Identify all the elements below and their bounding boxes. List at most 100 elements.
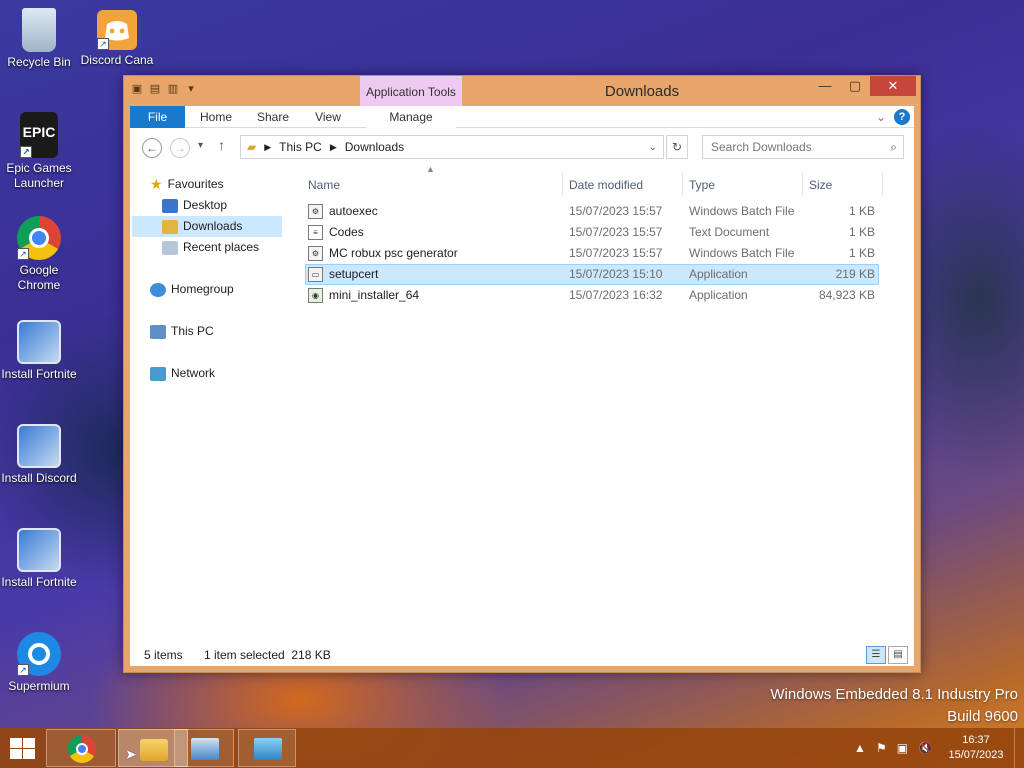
file-size: 84,923 KB [818,288,875,302]
file-size: 1 KB [848,225,875,239]
desktop-icon-chrome[interactable]: ↗ Google Chrome [0,216,78,293]
file-type: Text Document [689,225,770,239]
taskbar-remote-desktop[interactable] [174,729,234,767]
column-divider[interactable] [562,172,563,196]
nav-network[interactable]: Network [150,363,215,384]
recent-locations-icon[interactable]: ▾ [198,140,203,151]
desktop-icon-supermium[interactable]: ↗ Supermium [0,632,78,694]
desktop-icon-label: Install Fortnite [1,367,77,381]
address-bar[interactable]: ▰ ▶ This PC ▶ Downloads ⌄ [240,135,664,159]
shortcut-arrow-icon: ↗ [17,248,29,260]
network-icon[interactable]: ▣ [897,741,908,755]
desktop-icon-label: Epic Games Launcher [6,161,72,190]
clock-time: 16:37 [962,734,990,746]
nav-homegroup[interactable]: Homegroup [150,279,234,300]
file-list: ▲ Name Date modified Type Size ⚙ autoexe… [302,164,914,644]
chrome-icon [68,735,96,763]
volume-muted-icon[interactable]: 🔇 [918,741,933,755]
breadcrumb-downloads[interactable]: Downloads [345,140,404,154]
os-watermark: Windows Embedded 8.1 Industry Pro Build … [770,684,1018,728]
file-row-mini-installer[interactable]: ◉ mini_installer_64 15/07/2023 16:32 App… [305,285,879,306]
file-row-codes[interactable]: ≡ Codes 15/07/2023 15:57 Text Document 1… [305,222,879,243]
action-center-flag-icon[interactable]: ⚑ [876,741,887,755]
nav-this-pc[interactable]: This PC [150,321,214,342]
maximize-button[interactable]: ▢ [840,76,870,96]
desktop-icon-label: Supermium [8,679,70,693]
nav-desktop[interactable]: Desktop [162,195,227,216]
file-date: 15/07/2023 16:32 [569,288,663,302]
file-type: Windows Batch File [689,204,795,218]
tab-file[interactable]: File [130,106,185,128]
nav-recent-places[interactable]: Recent places [162,237,259,258]
breadcrumb-this-pc[interactable]: This PC [279,140,322,154]
selection-info: 1 item selected 218 KB [204,648,331,662]
file-row-setupcert[interactable]: ▭ setupcert 15/07/2023 15:10 Application… [305,264,879,285]
epic-logo-text: EPIC [22,124,56,140]
desktop-icon-label: Recycle Bin [7,55,71,69]
watermark-edition: Windows Embedded 8.1 Industry Pro [770,686,1018,703]
forward-button[interactable]: → [170,138,190,158]
details-view-icon[interactable]: ☰ [866,646,886,664]
desktop-icon [162,198,178,213]
column-header-type[interactable]: Type [689,172,715,198]
application-icon: ◉ [308,288,323,303]
file-explorer-icon [140,739,168,761]
show-hidden-icons-icon[interactable]: ▲ [854,741,866,755]
minimize-button[interactable]: — [810,76,840,96]
column-divider[interactable] [802,172,803,196]
star-icon: ★ [150,176,163,192]
help-icon[interactable]: ? [894,109,910,125]
desktop-icon-install-fortnite[interactable]: Install Fortnite [0,320,78,382]
title-bar[interactable]: ▣ ▤ ▥ ▾ Application Tools Downloads — ▢ … [124,76,920,106]
nav-downloads[interactable]: Downloads [132,216,282,237]
desktop-icon-install-fortnite-2[interactable]: Install Fortnite [0,528,78,590]
up-button[interactable]: ↑ [218,137,225,153]
desktop-icon-epic-games[interactable]: EPIC ↗ Epic Games Launcher [0,112,78,191]
network-icon [150,366,166,381]
column-header-date[interactable]: Date modified [569,172,643,198]
taskbar-control-panel[interactable] [238,729,296,767]
tab-share[interactable]: Share [250,106,296,128]
file-type: Windows Batch File [689,246,795,260]
window-title: Downloads [604,83,680,100]
large-icons-view-icon[interactable]: ▤ [888,646,908,664]
address-dropdown-icon[interactable]: ⌄ [649,142,657,153]
desktop-icon-install-discord[interactable]: Install Discord [0,424,78,486]
column-header-size[interactable]: Size [809,172,832,198]
file-row-autoexec[interactable]: ⚙ autoexec 15/07/2023 15:57 Windows Batc… [305,201,879,222]
desktop-icon-discord[interactable]: ↗ Discord Cana [78,10,156,68]
file-name: setupcert [329,267,379,281]
window-controls: — ▢ ✕ [810,76,916,96]
search-input[interactable]: Search Downloads ⌕ [702,135,904,159]
batch-file-icon: ⚙ [308,246,323,261]
column-divider[interactable] [882,172,883,196]
chrome-icon: ↗ [17,216,61,260]
tab-home[interactable]: Home [192,106,240,128]
text-document-icon: ≡ [308,225,323,240]
status-bar: 5 items 1 item selected 218 KB ☰ ▤ [130,644,914,666]
clock[interactable]: 16:37 15/07/2023 [938,733,1014,763]
tab-manage[interactable]: Manage [366,106,456,128]
expand-ribbon-icon[interactable]: ⌄ [876,110,886,124]
file-row-mc-robux[interactable]: ⚙ MC robux psc generator 15/07/2023 15:5… [305,243,879,264]
tab-view[interactable]: View [306,106,350,128]
address-row: ← → ▾ ↑ ▰ ▶ This PC ▶ Downloads ⌄ ↻ Sear… [130,128,914,166]
windows-logo-icon [23,749,35,759]
start-button[interactable] [8,736,36,760]
taskbar-chrome[interactable] [46,729,116,767]
back-button[interactable]: ← [142,138,162,158]
close-button[interactable]: ✕ [870,76,916,96]
recycle-bin-icon [22,8,56,52]
explorer-window[interactable]: ▣ ▤ ▥ ▾ Application Tools Downloads — ▢ … [123,75,921,673]
column-header-name[interactable]: Name [308,172,340,198]
column-divider[interactable] [682,172,683,196]
nav-favourites[interactable]: ★ Favourites [150,174,224,195]
refresh-button[interactable]: ↻ [666,135,688,159]
desktop-icon-label: Google Chrome [17,263,61,292]
computer-icon [150,324,166,339]
desktop-icon-recycle-bin[interactable]: Recycle Bin [0,8,78,70]
control-panel-icon [254,738,282,760]
watermark-build: Build 9600 [947,708,1018,725]
show-desktop-button[interactable] [1014,728,1024,768]
nav-label: Downloads [183,219,243,233]
